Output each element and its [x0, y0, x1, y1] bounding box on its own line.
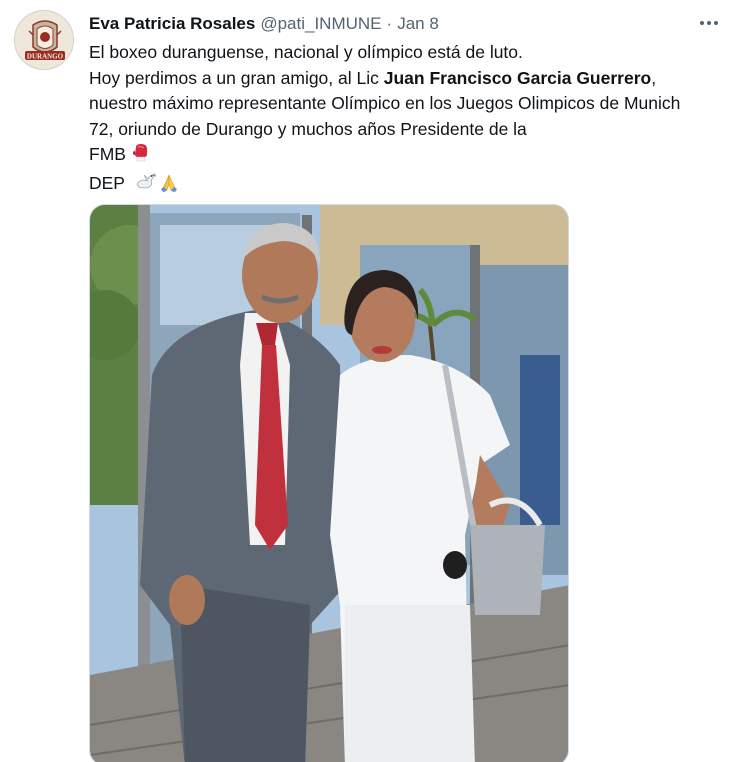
- tweet-header: Eva Patricia Rosales @pati_INMUNE · Jan …: [89, 13, 439, 35]
- tweet-media-photo[interactable]: [89, 204, 569, 762]
- tweet-date[interactable]: Jan 8: [397, 14, 439, 34]
- tweet-text-line-1: El boxeo duranguense, nacional y olímpic…: [89, 42, 523, 62]
- tweet-text: El boxeo duranguense, nacional y olímpic…: [89, 40, 729, 199]
- author-name[interactable]: Eva Patricia Rosales: [89, 14, 255, 34]
- text-segment: Hoy perdimos a un gran amigo, al Lic: [89, 67, 384, 88]
- author-handle[interactable]: @pati_INMUNE: [260, 14, 381, 34]
- dove-icon: [135, 172, 157, 200]
- avatar-crest-icon: DURANGO: [15, 11, 73, 69]
- bold-name: Juan Francisco Garcia Guerrero: [383, 67, 652, 88]
- tweet: DURANGO Eva Patricia Rosales @pati_INMUN…: [0, 0, 736, 762]
- tweet-text-line-3: nuestro máximo representante Olímpico en…: [89, 93, 681, 113]
- tweet-text-line-5: FMB: [89, 142, 729, 171]
- tweet-text-line-4: 72, oriundo de Durango y muchos años Pre…: [89, 118, 527, 139]
- separator-dot: ·: [386, 14, 393, 33]
- avatar-text: DURANGO: [27, 53, 64, 61]
- photo-image: [90, 205, 568, 762]
- tweet-text-line-6: DEP: [89, 171, 729, 200]
- avatar[interactable]: DURANGO: [14, 10, 74, 70]
- text-segment: ,: [651, 67, 657, 88]
- folded-hands-icon: [159, 172, 179, 200]
- boxing-glove-icon: [132, 143, 150, 171]
- tweet-text-line-2: Hoy perdimos a un gran amigo, al Lic Jua…: [89, 66, 729, 92]
- fmb-text: FMB: [89, 144, 126, 164]
- more-horizontal-icon: [700, 21, 718, 25]
- more-button[interactable]: [694, 12, 724, 34]
- dep-text: DEP: [89, 172, 125, 193]
